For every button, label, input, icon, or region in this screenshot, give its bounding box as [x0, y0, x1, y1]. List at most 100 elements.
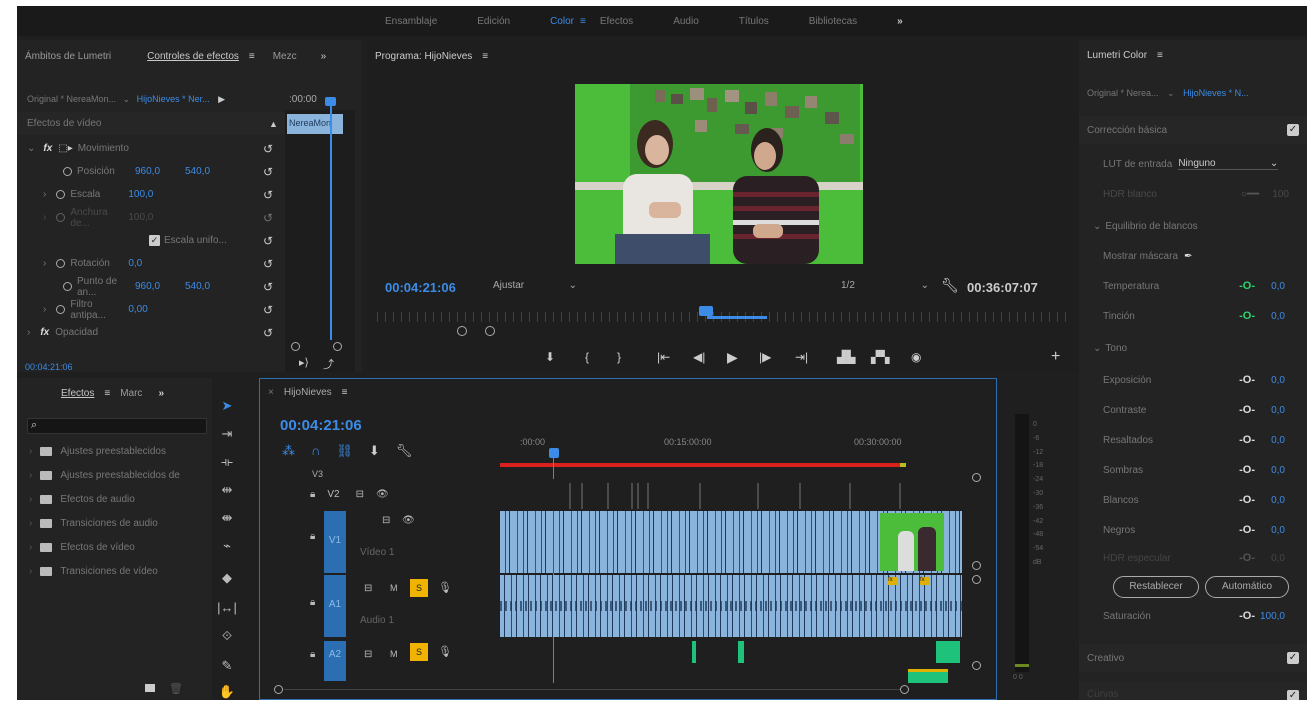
razor-tool-icon[interactable]: ⌁ — [217, 538, 237, 554]
section-curves[interactable]: Curvas ✓ — [1079, 682, 1307, 700]
solo-button[interactable]: S — [410, 579, 428, 597]
v3-clip[interactable] — [908, 669, 948, 683]
saturation-value[interactable]: 100,0 — [1260, 611, 1285, 622]
mute-button[interactable]: M — [390, 583, 398, 593]
add-button-icon[interactable]: + — [1051, 348, 1060, 366]
rolling-edit-tool-icon[interactable]: ⇹ — [217, 482, 237, 498]
a2-clip[interactable] — [936, 641, 960, 663]
a2-clip[interactable] — [692, 641, 696, 663]
workspace-efectos[interactable]: Efectos — [600, 16, 653, 27]
timeline-vscroll-handle[interactable] — [972, 575, 981, 584]
saturation-slider[interactable]: -O- — [1239, 610, 1255, 622]
contrast-slider[interactable]: -O- — [1239, 404, 1255, 416]
reset-filter-icon[interactable]: ↺ — [263, 303, 273, 317]
delete-icon[interactable]: 🗑︎ — [169, 682, 183, 695]
timeline-timecode[interactable]: 00:04:21:06 — [280, 417, 362, 434]
clip-selector[interactable]: Original * NereaMon... ⌄ HijoNieves * Ne… — [27, 94, 287, 105]
rate-stretch-tool-icon[interactable]: ⇼ — [217, 510, 237, 526]
selection-tool-icon[interactable]: ➤ — [217, 398, 237, 414]
highlights-value[interactable]: 0,0 — [1271, 435, 1285, 446]
lock-icon[interactable]: 🔒︎ — [310, 597, 315, 608]
mic-icon[interactable]: 🎙︎ — [438, 645, 452, 658]
workspace-color[interactable]: Color — [530, 16, 580, 27]
mic-icon[interactable]: 🎙︎ — [438, 581, 452, 594]
track-v1-target[interactable]: V1 — [324, 511, 346, 573]
list-item[interactable]: › Ajustes preestablecidos de — [29, 464, 180, 486]
fit-dropdown[interactable]: Ajustar ⌄ — [493, 280, 577, 291]
lumetri-menu-icon[interactable]: ≡ — [1157, 50, 1163, 61]
tab-menu-icon[interactable]: ≡ — [249, 51, 255, 62]
snap-icon[interactable]: ∩ — [311, 443, 320, 459]
a2-clip[interactable] — [738, 641, 744, 663]
ripple-edit-tool-icon[interactable]: ⟛ — [217, 454, 237, 470]
workspace-edicion[interactable]: Edición — [457, 16, 530, 27]
section-tone[interactable]: ⌄ Tono — [1089, 338, 1299, 358]
creative-checkbox[interactable]: ✓ — [1287, 652, 1299, 664]
reset-position-icon[interactable]: ↺ — [263, 165, 273, 179]
timeline-close-icon[interactable]: × — [268, 387, 274, 398]
stopwatch-icon[interactable] — [56, 259, 66, 268]
list-item[interactable]: › Ajustes preestablecidos — [29, 440, 166, 462]
list-item[interactable]: › Transiciones de audio — [29, 512, 158, 534]
lock-icon[interactable]: 🔒︎ — [310, 649, 315, 660]
effect-motion[interactable]: ⌄ fx ⬚▸ Movimiento ↺ — [17, 137, 285, 160]
tint-value[interactable]: 0,0 — [1271, 311, 1285, 322]
lock-icon[interactable]: 🔒︎ — [310, 531, 315, 542]
mark-in-icon[interactable]: { — [585, 350, 589, 364]
lut-dropdown[interactable]: Ninguno ⌄ — [1178, 158, 1279, 170]
ec-playhead[interactable] — [330, 100, 332, 340]
reset-motion-icon[interactable]: ↺ — [263, 142, 273, 156]
list-item[interactable]: › Transiciones de vídeo — [29, 560, 158, 582]
blacks-slider[interactable]: -O- — [1239, 524, 1255, 536]
sync-icon[interactable]: ⊟ — [356, 489, 364, 500]
workspace-more-icon[interactable]: » — [877, 16, 923, 27]
track-select-tool-icon[interactable]: ⇥ — [217, 426, 237, 442]
basic-correction-checkbox[interactable]: ✓ — [1287, 124, 1299, 136]
solo-button[interactable]: S — [410, 643, 428, 661]
tint-slider[interactable]: -O- — [1239, 310, 1255, 322]
zoom-left-handle[interactable] — [457, 326, 467, 336]
add-marker-icon[interactable]: ⬇ — [545, 350, 555, 364]
ec-zoom-left-handle[interactable] — [291, 342, 300, 351]
effect-opacity[interactable]: › fx Opacidad ↺ — [17, 321, 285, 344]
zoom-tool-icon[interactable]: ✋ — [217, 684, 237, 700]
tab-effects[interactable]: Efectos — [61, 388, 94, 399]
filter-icon[interactable]: ▸⟩ — [299, 356, 309, 369]
play-icon[interactable]: ▶ — [727, 349, 738, 366]
eye-icon[interactable]: 👁︎ — [376, 489, 389, 500]
resolution-dropdown[interactable]: 1/2 ⌄ — [841, 280, 929, 291]
tab-mixer[interactable]: Mezc — [273, 51, 297, 62]
track-a2-target[interactable]: A2 — [324, 641, 346, 681]
ec-clip-label[interactable]: NereaMon — [287, 114, 343, 134]
sync-icon[interactable]: ⊟ — [364, 649, 372, 660]
zoom-right-handle[interactable] — [485, 326, 495, 336]
export-frame-icon[interactable]: ◉ — [911, 350, 921, 364]
export-icon[interactable]: ⤴ — [323, 356, 334, 372]
exposure-value[interactable]: 0,0 — [1271, 375, 1285, 386]
uniform-scale-checkbox[interactable]: ✓ — [149, 235, 160, 246]
anchor-x-value[interactable]: 960,0 — [135, 281, 185, 292]
stopwatch-icon[interactable] — [63, 282, 72, 291]
ec-zoom-right-handle[interactable] — [333, 342, 342, 351]
section-basic-correction[interactable]: Corrección básica ✓ — [1079, 116, 1307, 144]
contrast-value[interactable]: 0,0 — [1271, 405, 1285, 416]
sync-icon[interactable]: ⊟ — [364, 583, 372, 594]
temperature-value[interactable]: 0,0 — [1271, 281, 1285, 292]
stopwatch-icon[interactable] — [56, 305, 66, 314]
linked-selection-icon[interactable]: ⛓︎ — [336, 443, 353, 459]
scale-value[interactable]: 100,0 — [128, 189, 153, 200]
reset-opacity-icon[interactable]: ↺ — [263, 326, 273, 340]
mark-out-icon[interactable]: } — [617, 350, 621, 364]
timeline-hscroll-right[interactable] — [900, 685, 909, 694]
nest-icon[interactable]: ⁂ — [282, 443, 295, 459]
collapse-icon[interactable]: ▲ — [269, 119, 278, 129]
timeline-vscroll-handle[interactable] — [972, 473, 981, 482]
reset-rotation-icon[interactable]: ↺ — [263, 257, 273, 271]
highlights-slider[interactable]: -O- — [1239, 434, 1255, 446]
settings-wrench-icon[interactable]: 🔧︎ — [941, 277, 959, 294]
position-x-value[interactable]: 960,0 — [135, 166, 185, 177]
effects-search-input[interactable]: ⌕ — [27, 418, 207, 434]
slide-tool-icon[interactable]: |↔| — [217, 600, 237, 615]
workspace-audio[interactable]: Audio — [653, 16, 719, 27]
new-bin-icon[interactable] — [145, 684, 155, 692]
